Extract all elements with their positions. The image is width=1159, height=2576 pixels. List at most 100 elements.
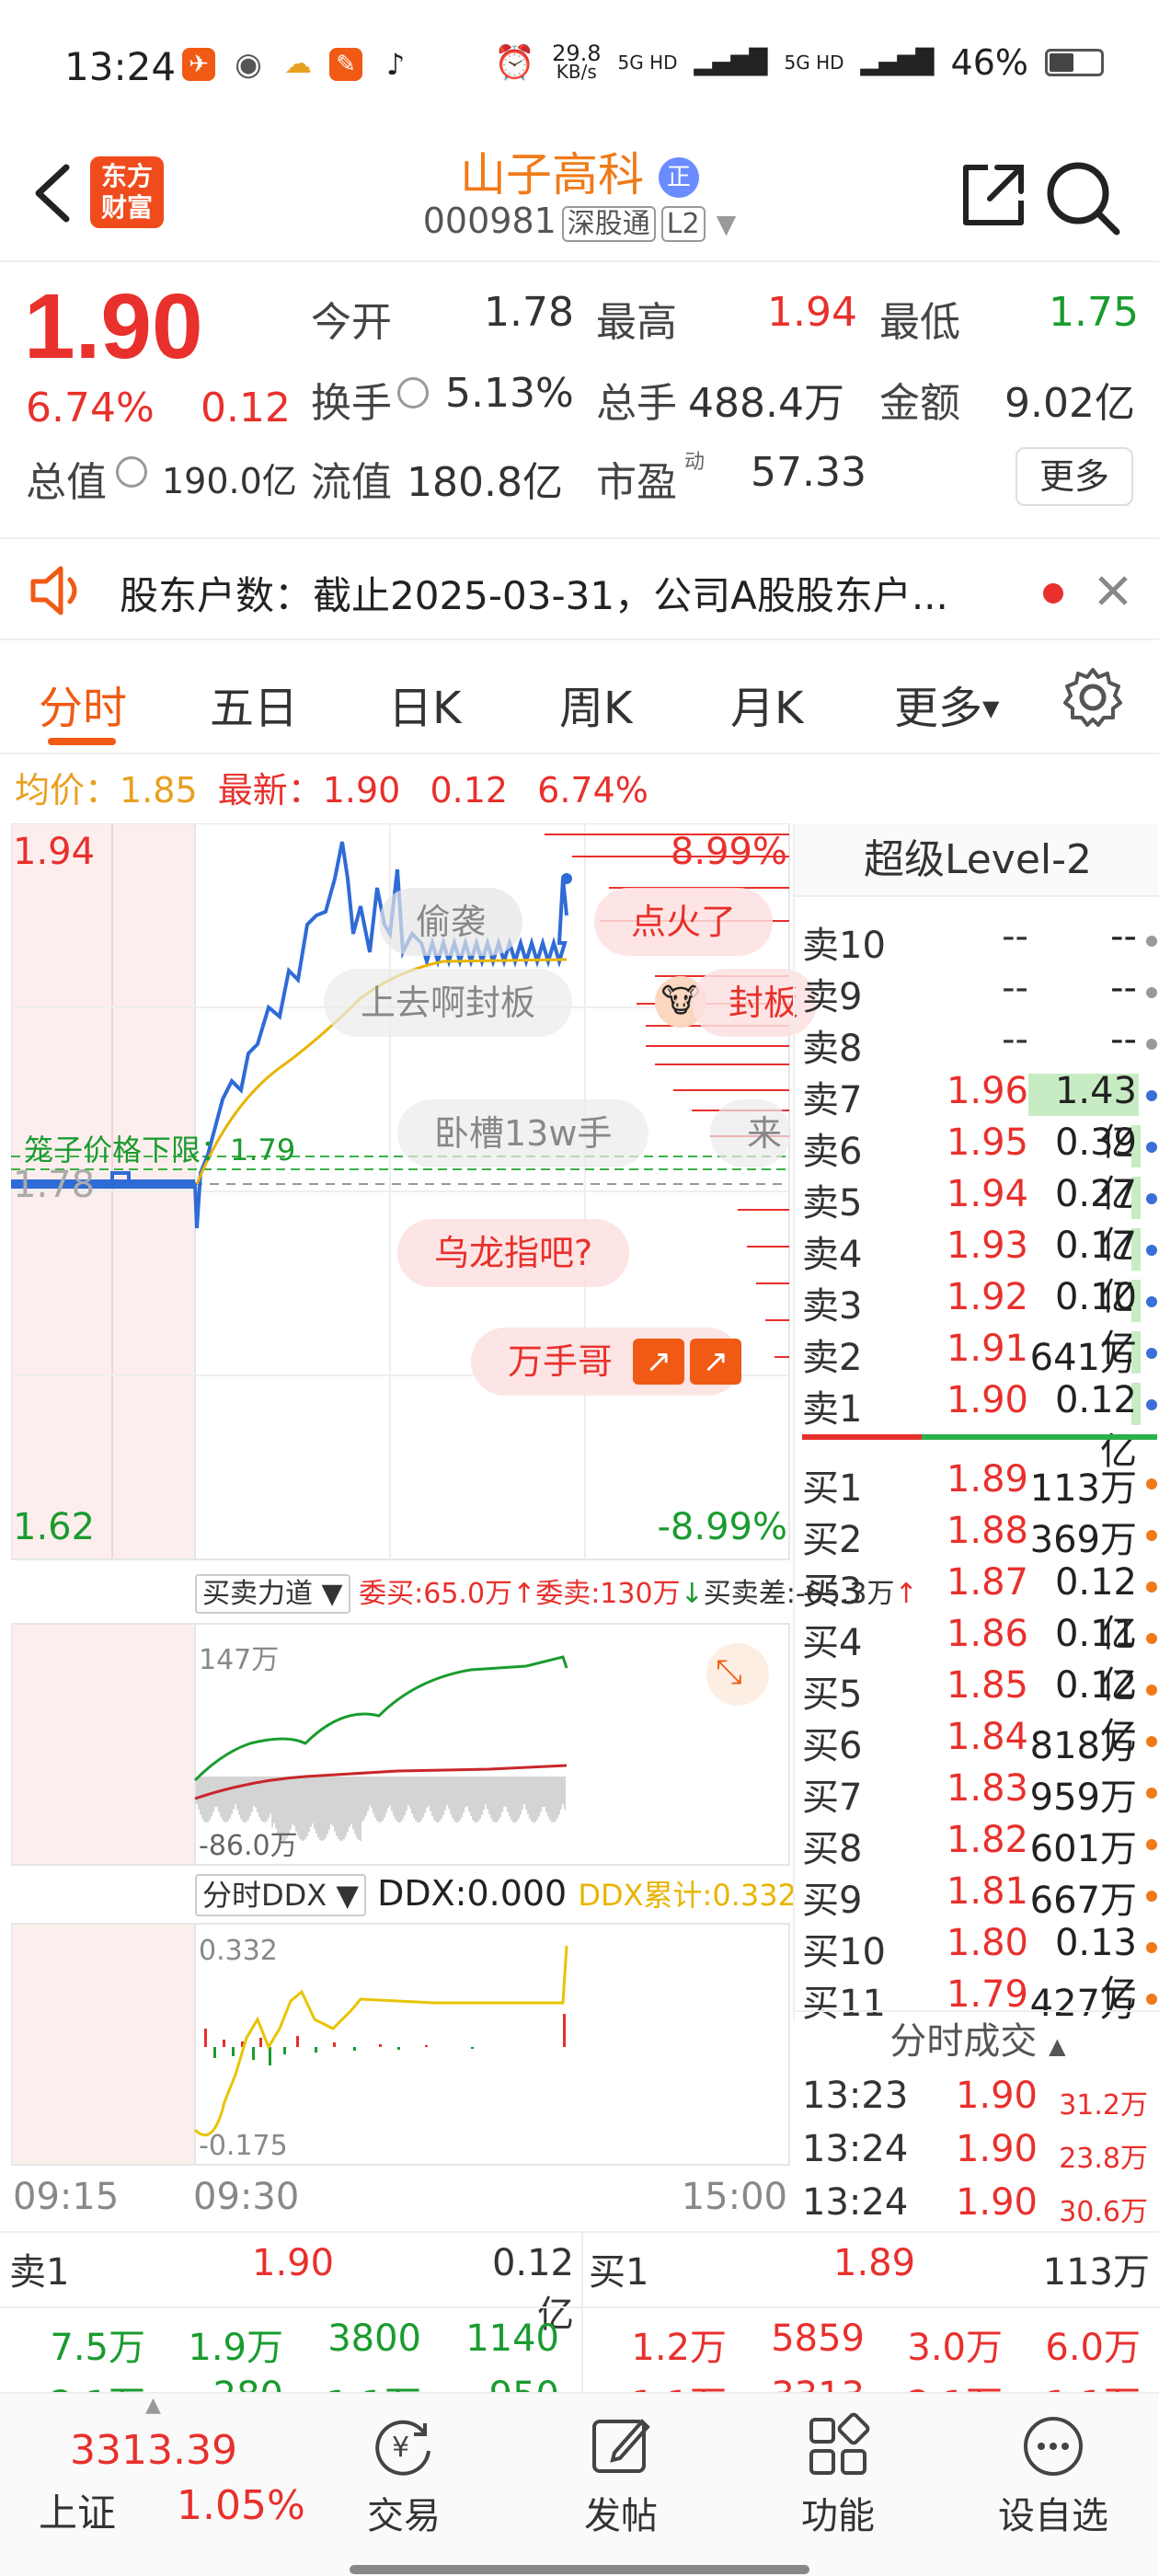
tick-row: 13:23 1.90 31.2万	[798, 2075, 1157, 2126]
settings-gear-icon[interactable]	[1060, 664, 1126, 730]
intraday-chart[interactable]: 1.94 1.78 1.62 8.99% -8.99% 笼子价格下限：1.79 …	[10, 822, 918, 2218]
open-label: 今开	[311, 299, 392, 346]
bid-level[interactable]: 买5 1.85 0.12亿	[798, 1664, 1157, 1758]
flow-selector[interactable]: 买卖力道 ▼	[195, 1574, 350, 1614]
bid-label: 买3	[802, 1570, 863, 1613]
app-notification-icon: ✈	[182, 48, 215, 81]
danmaku-bubble[interactable]: 点火了	[594, 888, 774, 956]
danmaku-bubble[interactable]: 上去啊封板	[324, 969, 573, 1037]
time-end-label: 15:00	[681, 2176, 787, 2218]
ask-label: 卖1	[802, 1388, 863, 1431]
price-info-line: 均价：1.85 最新：1.90 0.12 6.74%	[15, 762, 648, 812]
search-icon[interactable]	[1043, 158, 1122, 237]
notice-bar[interactable]: 股东户数：截止2025-03-31，公司A股股东户...	[0, 537, 1159, 640]
level-dot	[1146, 1994, 1157, 2005]
nav-watchlist-label: 设自选	[998, 2495, 1108, 2537]
bid-level[interactable]: 买1 1.89 113万	[798, 1458, 1157, 1510]
ask-level[interactable]: 卖10 -- --	[798, 915, 1157, 967]
ddx-selector[interactable]: 分时DDX ▼	[195, 1874, 366, 1916]
info-icon[interactable]	[397, 377, 429, 408]
bid-volume: 818万	[1029, 1725, 1137, 1767]
expand-icon[interactable]: ⤡	[716, 1653, 742, 1692]
more-dots-icon	[1024, 2417, 1083, 2476]
level-dot	[1146, 1685, 1157, 1696]
danmaku-bubble[interactable]: 偷袭	[379, 888, 523, 956]
battery-pct: 46%	[950, 42, 1028, 83]
bid-level[interactable]: 买10 1.80 0.13亿	[798, 1922, 1157, 2016]
signal-1: 5G HD	[617, 52, 678, 74]
tab-more-label: 更多	[894, 683, 983, 734]
ddx-bar	[333, 2042, 336, 2047]
ddx-bar	[471, 2047, 474, 2049]
ask-level[interactable]: 卖1 1.90 0.12亿	[798, 1379, 1157, 1473]
bid-level[interactable]: 买8 1.82 601万	[798, 1819, 1157, 1870]
level-dot	[1146, 1296, 1157, 1307]
level-dot	[1146, 1193, 1157, 1204]
ticks-title[interactable]: 分时成交 ▲	[795, 2010, 1159, 2065]
ask-level[interactable]: 卖5 1.94 0.27亿	[798, 1173, 1157, 1267]
ask-level[interactable]: 卖8 -- --	[798, 1018, 1157, 1070]
level2-title[interactable]: 超级Level-2	[795, 823, 1159, 897]
bid-label: 买5	[802, 1673, 863, 1716]
ask-volume: --	[1110, 915, 1137, 958]
buy1-label: 买1	[589, 2251, 649, 2294]
bid-level[interactable]: 买6 1.84 818万	[798, 1716, 1157, 1767]
ask-level[interactable]: 卖7 1.96 1.43亿	[798, 1070, 1157, 1164]
danmaku-bubble[interactable]: 乌龙指吧?	[397, 1219, 630, 1287]
ask-level[interactable]: 卖3 1.92 0.10亿	[798, 1276, 1157, 1370]
tab-weekly-k[interactable]: 周K	[559, 672, 632, 736]
ask-level[interactable]: 卖4 1.93 0.17亿	[798, 1225, 1157, 1318]
tab-intraday[interactable]: 分时	[39, 672, 127, 736]
ask-level[interactable]: 卖6 1.95 0.39亿	[798, 1121, 1157, 1215]
tab-daily-k[interactable]: 日K	[388, 672, 461, 736]
nav-watchlist[interactable]: 设自选	[984, 2412, 1122, 2539]
bid-level[interactable]: 买4 1.86 0.11亿	[798, 1613, 1157, 1707]
nav-post[interactable]: 发帖	[552, 2412, 690, 2539]
nav-trade[interactable]: ¥ 交易	[335, 2412, 473, 2539]
index-name: 上证	[39, 2490, 117, 2536]
bid-volume: 959万	[1029, 1777, 1137, 1819]
ask-level[interactable]: 卖2 1.91 641万	[798, 1328, 1157, 1379]
ask-volume: --	[1110, 967, 1137, 1009]
ask-price: --	[1002, 915, 1028, 958]
dropdown-icon[interactable]: ▼	[717, 209, 737, 239]
ask-label: 卖4	[802, 1234, 863, 1276]
ask-price: --	[1002, 1018, 1028, 1061]
bid-level[interactable]: 买3 1.87 0.12亿	[798, 1561, 1157, 1655]
nav-features[interactable]: 功能	[769, 2412, 907, 2539]
latest-value: 1.90	[322, 770, 401, 811]
change-pct: 6.74%	[26, 385, 155, 431]
tab-more[interactable]: 更多▼	[894, 672, 999, 736]
ddx-value: DDX:0.000	[377, 1873, 568, 1914]
close-icon[interactable]	[1095, 572, 1131, 609]
index-ticker[interactable]: ▲ 3313.39 上证 1.05%	[9, 2394, 313, 2576]
level-dot	[1146, 1142, 1157, 1153]
tab-five-day[interactable]: 五日	[210, 672, 298, 736]
sell1-label: 卖1	[9, 2251, 70, 2294]
float-label: 流值	[311, 459, 392, 506]
ask-price: 1.92	[946, 1276, 1028, 1318]
bid-label: 买8	[802, 1828, 863, 1870]
bid-price: 1.87	[946, 1561, 1028, 1604]
info-icon[interactable]	[116, 456, 147, 488]
ddx-bar	[252, 2047, 255, 2060]
bid-level[interactable]: 买7 1.83 959万	[798, 1767, 1157, 1819]
compose-icon	[592, 2419, 650, 2473]
ask-level[interactable]: 卖9 -- --	[798, 967, 1157, 1018]
danmaku-bubble[interactable]: 来	[710, 1099, 792, 1167]
arrow-up-icon: ↑	[512, 1578, 536, 1610]
speaker-icon	[30, 566, 77, 615]
bid-price: 1.80	[946, 1922, 1028, 1964]
bid-level[interactable]: 买2 1.88 369万	[798, 1510, 1157, 1561]
notice-text: 股东户数：截止2025-03-31，公司A股股东户...	[120, 573, 948, 618]
grid-icon	[809, 2412, 870, 2475]
share-icon[interactable]	[957, 158, 1030, 232]
more-button[interactable]: 更多	[1016, 447, 1133, 506]
danmaku-bubble[interactable]: 卧槽13w手	[397, 1099, 649, 1167]
bid-level[interactable]: 买9 1.81 667万	[798, 1870, 1157, 1922]
tab-monthly-k[interactable]: 月K	[730, 672, 803, 736]
unread-dot	[1043, 583, 1063, 604]
signal-icon: ▂▄▆█	[860, 49, 935, 76]
index-pct: 1.05%	[177, 2482, 305, 2529]
ask-label: 卖2	[802, 1337, 863, 1379]
